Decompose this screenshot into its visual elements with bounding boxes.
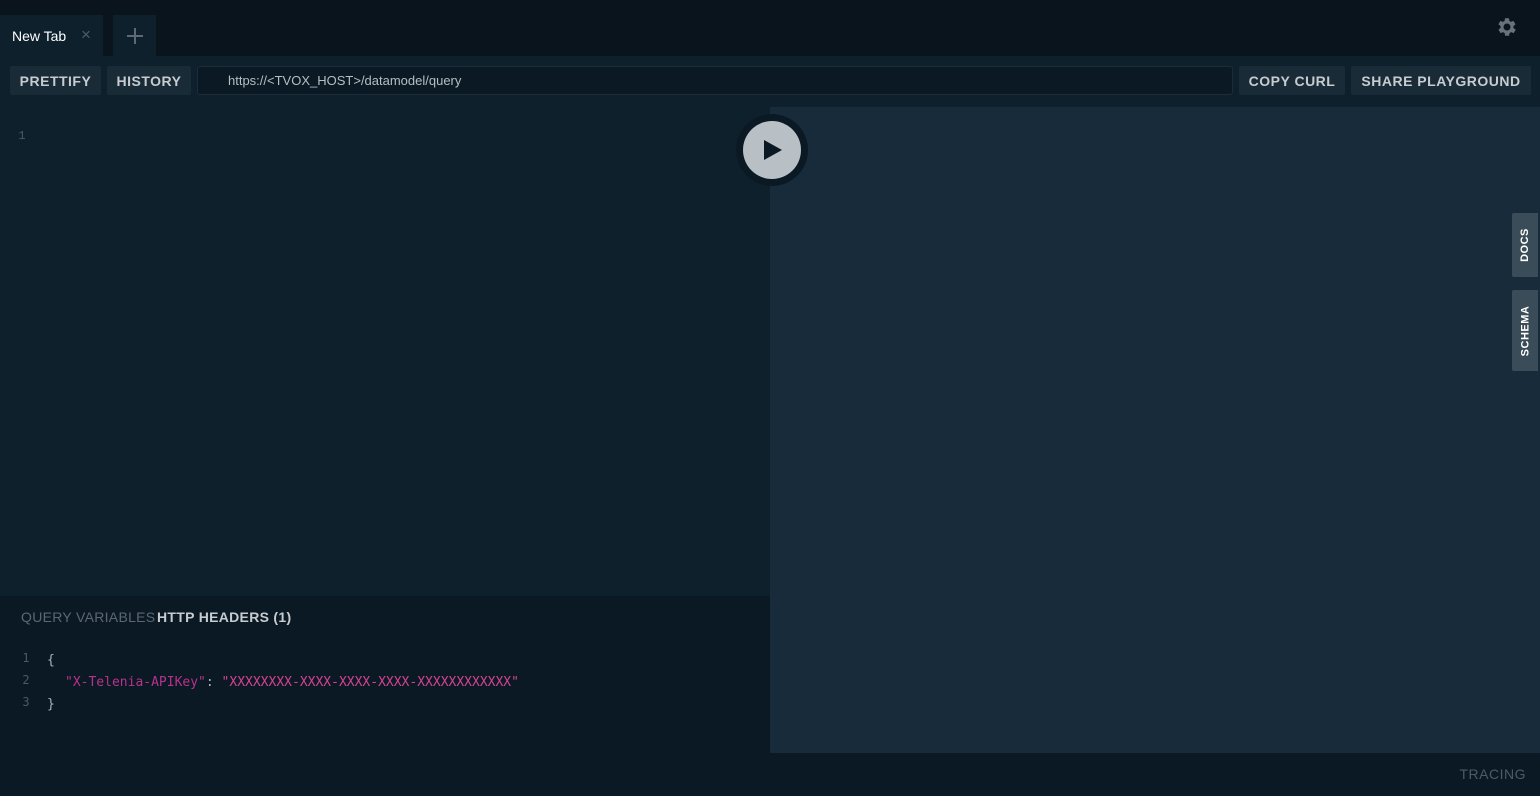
history-button[interactable]: HISTORY xyxy=(107,66,191,95)
variables-panel: QUERY VARIABLES HTTP HEADERS (1) 1 { 2 "… xyxy=(0,596,770,753)
line-number: 2 xyxy=(22,673,30,687)
copy-curl-button[interactable]: COPY CURL xyxy=(1239,66,1345,95)
code-line: 2 "X-Telenia-APIKey": "XXXXXXXX-XXXX-XXX… xyxy=(0,673,770,693)
tab-http-headers[interactable]: HTTP HEADERS (1) xyxy=(157,609,291,625)
toolbar: PRETTIFY HISTORY https://<TVOX_HOST>/dat… xyxy=(0,56,1540,107)
prettify-button[interactable]: PRETTIFY xyxy=(10,66,101,95)
line-number: 3 xyxy=(22,695,30,709)
tracing-button[interactable]: TRACING xyxy=(1460,766,1527,782)
new-tab-button[interactable] xyxy=(113,15,156,56)
header-value: "XXXXXXXX-XXXX-XXXX-XXXX-XXXXXXXXXXXX" xyxy=(221,675,519,690)
line-number: 1 xyxy=(18,129,26,143)
tab-query-variables[interactable]: QUERY VARIABLES xyxy=(21,609,155,625)
docs-tab-label: DOCS xyxy=(1519,228,1531,262)
close-icon[interactable]: × xyxy=(79,26,93,43)
header-entry: "X-Telenia-APIKey": "XXXXXXXX-XXXX-XXXX-… xyxy=(65,675,519,690)
schema-tab-label: SCHEMA xyxy=(1519,305,1532,356)
schema-tab[interactable]: SCHEMA xyxy=(1512,290,1538,371)
query-editor[interactable]: 1 xyxy=(0,107,770,596)
code-text: { xyxy=(47,653,55,668)
line-number: 1 xyxy=(22,651,30,665)
run-button-face xyxy=(743,121,801,179)
tab-label: New Tab xyxy=(12,27,67,44)
tab-new-tab[interactable]: New Tab × xyxy=(0,15,103,56)
docs-tab[interactable]: DOCS xyxy=(1512,213,1538,277)
play-icon xyxy=(764,140,782,160)
header-key: "X-Telenia-APIKey" xyxy=(65,675,206,690)
code-text: } xyxy=(47,697,55,712)
execute-query-button[interactable] xyxy=(736,114,808,186)
header-separator: : xyxy=(205,675,222,690)
plus-icon xyxy=(126,27,143,44)
gear-icon[interactable] xyxy=(1495,15,1519,39)
code-line: 1 { xyxy=(0,651,770,671)
tab-bar: New Tab × xyxy=(0,0,1540,56)
endpoint-url-text: https://<TVOX_HOST>/datamodel/query xyxy=(228,73,462,88)
share-playground-button[interactable]: SHARE PLAYGROUND xyxy=(1351,66,1531,95)
result-pane xyxy=(770,107,1540,753)
footer-bar: TRACING xyxy=(0,753,1540,796)
code-line: 3 } xyxy=(0,695,770,715)
endpoint-url-input[interactable]: https://<TVOX_HOST>/datamodel/query xyxy=(197,66,1233,95)
